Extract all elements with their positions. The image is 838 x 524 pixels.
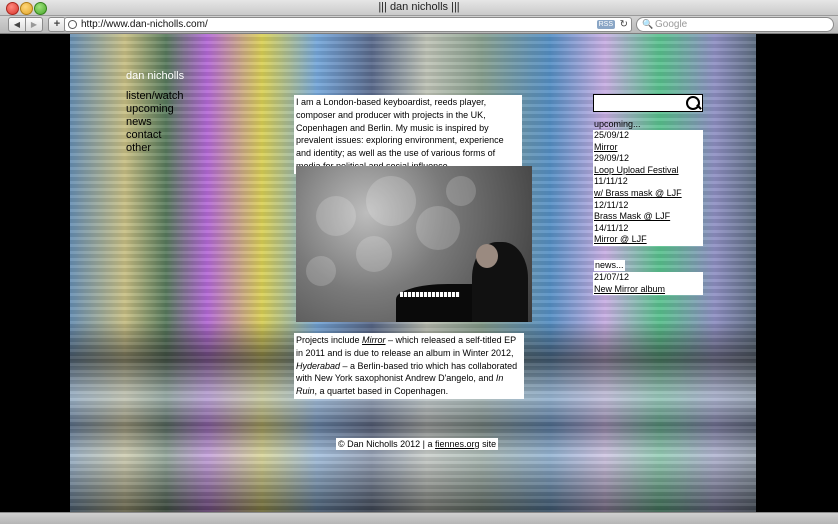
intro-text: I am a London-based keyboardist, reeds p… [294, 95, 522, 174]
site-name: dan nicholls [126, 70, 185, 82]
main-nav: listen/watch upcoming news contact other [126, 90, 183, 155]
fiennes-link[interactable]: fiennes.org [435, 439, 480, 449]
event-link[interactable]: Mirror [594, 142, 702, 154]
upcoming-label: upcoming... [594, 119, 641, 129]
window-title: ||| dan nicholls ||| [378, 1, 460, 13]
event-date: 14/11/12 [594, 222, 629, 233]
web-page: dan nicholls listen/watch upcoming news … [0, 34, 838, 512]
nav-contact[interactable]: contact [126, 129, 183, 142]
news-list: 21/07/12 New Mirror album [593, 272, 703, 296]
forward-button[interactable]: ▶ [25, 17, 43, 32]
news-date: 21/07/12 [594, 272, 630, 282]
event-link[interactable]: Mirror @ LJF [594, 234, 702, 246]
event-date: 29/09/12 [594, 153, 630, 164]
url-text: http://www.dan-nicholls.com/ [81, 19, 208, 30]
forward-arrow-icon: ▶ [30, 20, 38, 29]
player-head [476, 244, 498, 268]
upcoming-list: 25/09/12 Mirror 29/09/12 Loop Upload Fes… [593, 130, 703, 246]
event-date: 11/11/12 [594, 176, 628, 187]
back-arrow-icon: ◀ [13, 20, 21, 29]
search-icon: 🔍 [642, 19, 654, 29]
piano-keys [400, 292, 460, 297]
address-bar[interactable]: http://www.dan-nicholls.com/ RSS ↻ [64, 17, 632, 32]
footer: © Dan Nicholls 2012 | a fiennes.org site [336, 438, 499, 450]
nav-listen-watch[interactable]: listen/watch [126, 90, 183, 103]
nav-news[interactable]: news [126, 116, 183, 129]
news-link[interactable]: New Mirror album [594, 284, 702, 296]
page-icon [68, 20, 77, 29]
event-link[interactable]: w/ Brass mask @ LJF [594, 188, 702, 200]
reload-icon[interactable]: ↻ [620, 18, 628, 31]
news-label: news... [594, 260, 625, 271]
mirror-link-label: Mirror [362, 335, 386, 345]
rss-button[interactable]: RSS [596, 20, 615, 29]
projects-text-part: Projects include [296, 335, 363, 345]
mirror-link[interactable]: Mirror [362, 335, 386, 345]
browser-statusbar [0, 512, 838, 524]
search-placeholder: Google [655, 19, 688, 30]
back-button[interactable]: ◀ [8, 17, 26, 32]
footer-prefix: © Dan Nicholls 2012 | a [338, 439, 436, 449]
hyderabad-name: Hyderabad [296, 360, 341, 371]
projects-text: Projects include Mirror – which released… [294, 333, 524, 399]
event-link[interactable]: Brass Mask @ LJF [594, 211, 702, 223]
site-search-box [593, 94, 703, 112]
site-search-input[interactable] [596, 96, 682, 110]
nav-upcoming[interactable]: upcoming [126, 103, 183, 116]
window-titlebar: ||| dan nicholls ||| [0, 0, 838, 16]
browser-search-field[interactable]: 🔍 Google [636, 17, 834, 32]
event-date: 25/09/12 [594, 130, 630, 140]
projects-text-part: , a quartet based in Copenhagen. [314, 386, 449, 397]
magnifier-handle [696, 104, 702, 110]
performer-photo [296, 166, 532, 322]
event-link[interactable]: Loop Upload Festival [594, 165, 702, 177]
nav-other[interactable]: other [126, 142, 183, 155]
footer-suffix: site [479, 439, 497, 449]
browser-toolbar: ◀ ▶ + http://www.dan-nicholls.com/ RSS ↻… [0, 16, 838, 34]
event-date: 12/11/12 [594, 199, 629, 210]
